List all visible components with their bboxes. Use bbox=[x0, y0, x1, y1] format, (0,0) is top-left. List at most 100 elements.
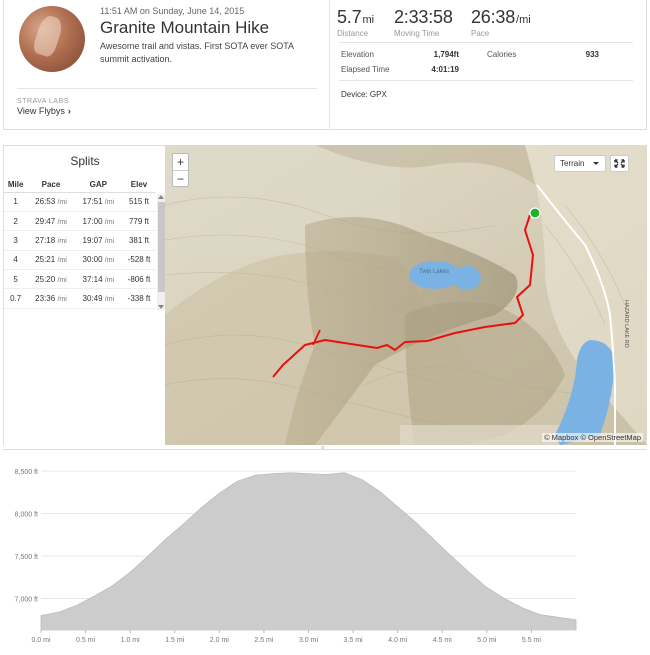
split-row: 0.7 23:36 /mi 30:49 /mi -338 ft bbox=[4, 288, 156, 309]
elapsed-time-label: Elapsed Time bbox=[341, 65, 390, 74]
scroll-down-icon[interactable] bbox=[158, 305, 164, 309]
x-tick-label: 2.5 mi bbox=[254, 637, 274, 644]
split-pace-value: 27:18 bbox=[35, 235, 56, 245]
split-elev-value: 381 ft bbox=[128, 235, 149, 245]
activity-datetime: 11:51 AM on Sunday, June 14, 2015 bbox=[100, 6, 245, 16]
pace-unit: /mi bbox=[104, 237, 115, 245]
pace-unit: /mi bbox=[57, 237, 67, 245]
pace-unit: /mi bbox=[104, 199, 115, 207]
split-pace-value: 26:53 bbox=[35, 197, 56, 207]
x-tick-label: 4.5 mi bbox=[433, 637, 453, 644]
elevation-value: 1,794ft bbox=[433, 50, 459, 59]
start-marker[interactable] bbox=[529, 207, 541, 219]
stat-moving-time: 2:33:58 Moving Time bbox=[394, 7, 453, 38]
pace-unit: /mi bbox=[104, 257, 115, 265]
x-tick-label: 5.5 mi bbox=[522, 637, 542, 644]
split-pace: 25:20 /mi bbox=[27, 269, 75, 290]
split-pace: 29:47 /mi bbox=[27, 211, 75, 232]
split-pace-value: 23:36 bbox=[35, 294, 56, 304]
zoom-control: + − bbox=[172, 153, 189, 187]
split-gap-value: 30:00 bbox=[82, 255, 103, 265]
map-attribution[interactable]: © Mapbox © OpenStreetMap bbox=[542, 433, 643, 442]
col-gap: GAP bbox=[74, 178, 122, 193]
splits-title: Splits bbox=[70, 154, 100, 168]
split-gap: 19:07 /mi bbox=[74, 230, 122, 251]
divider bbox=[17, 88, 317, 89]
split-mile: 2 bbox=[4, 211, 28, 232]
scrollbar-thumb[interactable] bbox=[158, 202, 165, 292]
split-gap-value: 37:14 bbox=[82, 274, 103, 284]
split-mile-value: 1 bbox=[13, 197, 18, 207]
zoom-out-button[interactable]: − bbox=[173, 170, 188, 186]
x-tick-label: 4.0 mi bbox=[388, 637, 408, 644]
y-tick-label: 8,500 ft bbox=[15, 469, 38, 476]
split-row: 5 25:20 /mi 37:14 /mi -806 ft bbox=[4, 269, 156, 290]
split-mile: 3 bbox=[4, 230, 28, 251]
split-pace-value: 25:20 bbox=[35, 274, 56, 284]
activity-title: Granite Mountain Hike bbox=[100, 18, 270, 37]
fullscreen-button[interactable] bbox=[610, 155, 629, 172]
divider bbox=[339, 42, 633, 43]
split-row: 4 25:21 /mi 30:00 /mi -528 ft bbox=[4, 250, 156, 271]
view-flybys-link[interactable]: View Flybys › bbox=[17, 106, 71, 116]
strava-labs-label: STRAVA LABS bbox=[17, 98, 69, 105]
x-tick-label: 2.0 mi bbox=[210, 637, 230, 644]
pace-unit: /mi bbox=[57, 296, 67, 304]
y-tick-label: 7,000 ft bbox=[15, 597, 38, 604]
pace-unit: /mi bbox=[104, 218, 115, 226]
pace-unit: /mi bbox=[57, 199, 67, 207]
split-elev-value: -338 ft bbox=[127, 294, 151, 304]
split-gap-value: 19:07 bbox=[82, 235, 103, 245]
split-elev: -528 ft bbox=[122, 250, 156, 271]
x-tick-label: 3.5 mi bbox=[344, 637, 364, 644]
pace-unit: /mi bbox=[104, 276, 115, 284]
x-tick-label: 3.0 mi bbox=[299, 637, 319, 644]
fullscreen-icon bbox=[614, 159, 625, 168]
twin-lakes-water bbox=[453, 266, 481, 290]
avatar[interactable] bbox=[19, 6, 85, 72]
zoom-in-button[interactable]: + bbox=[173, 154, 188, 170]
distance-unit: mi bbox=[362, 14, 375, 26]
split-gap: 30:00 /mi bbox=[74, 250, 122, 271]
pace-unit: /mi bbox=[57, 218, 67, 226]
chevron-down-icon bbox=[593, 162, 599, 165]
moving-time-value: 2:33:58 bbox=[394, 7, 453, 27]
distance-label: Distance bbox=[337, 29, 369, 38]
split-mile-value: 3 bbox=[13, 235, 18, 245]
split-pace: 23:36 /mi bbox=[27, 288, 75, 309]
col-elev: Elev bbox=[122, 178, 156, 193]
split-pace: 26:53 /mi bbox=[27, 192, 75, 212]
split-gap: 17:51 /mi bbox=[74, 192, 122, 212]
col-mile: Mile bbox=[4, 178, 28, 193]
pace-unit: /mi bbox=[57, 276, 67, 284]
split-row: 1 26:53 /mi 17:51 /mi 515 ft bbox=[4, 192, 156, 212]
map-type-dropdown[interactable]: Terrain bbox=[554, 155, 606, 172]
scroll-up-icon[interactable] bbox=[158, 195, 164, 199]
y-tick-label: 7,500 ft bbox=[15, 554, 38, 561]
moving-time-label: Moving Time bbox=[394, 29, 440, 38]
distance-value: 5.7 bbox=[337, 7, 362, 27]
split-mile: 4 bbox=[4, 250, 28, 271]
split-gap: 37:14 /mi bbox=[74, 269, 122, 290]
stat-pace: 26:38/mi Pace bbox=[471, 7, 531, 38]
splits-table: Mile Pace GAP Elev 1 26:53 /mi 17:51 /mi 51… bbox=[4, 178, 156, 309]
elevation-chart-svg: 7,000 ft 7,500 ft 8,000 ft 8,500 ft 0.0 mi 0.… bbox=[15, 469, 577, 644]
split-elev: -806 ft bbox=[122, 269, 156, 290]
elevation-chart[interactable]: 7,000 ft 7,500 ft 8,000 ft 8,500 ft 0.0 mi 0.… bbox=[3, 449, 647, 655]
splits-panel: Splits Mile Pace GAP Elev 1 26:53 /mi 17:5… bbox=[3, 145, 166, 445]
split-pace-value: 29:47 bbox=[35, 216, 56, 226]
split-mile-value: 5 bbox=[13, 274, 18, 284]
route-map[interactable]: Twin Lakes HAZARD LAKE RD + − Terrain © … bbox=[165, 145, 647, 445]
chevron-right-icon: › bbox=[67, 106, 71, 116]
pace-unit: /mi bbox=[57, 257, 67, 265]
split-elev-value: 779 ft bbox=[128, 216, 149, 226]
x-tick-label: 1.5 mi bbox=[165, 637, 185, 644]
split-gap: 17:00 /mi bbox=[74, 211, 122, 232]
split-gap-value: 30:49 bbox=[82, 294, 103, 304]
calories-value: 933 bbox=[585, 50, 599, 59]
split-mile-value: 0.7 bbox=[10, 294, 22, 304]
pace-unit: /mi bbox=[104, 296, 115, 304]
split-pace: 27:18 /mi bbox=[27, 230, 75, 251]
split-elev-value: -528 ft bbox=[127, 255, 151, 265]
split-elev-value: -806 ft bbox=[127, 274, 151, 284]
